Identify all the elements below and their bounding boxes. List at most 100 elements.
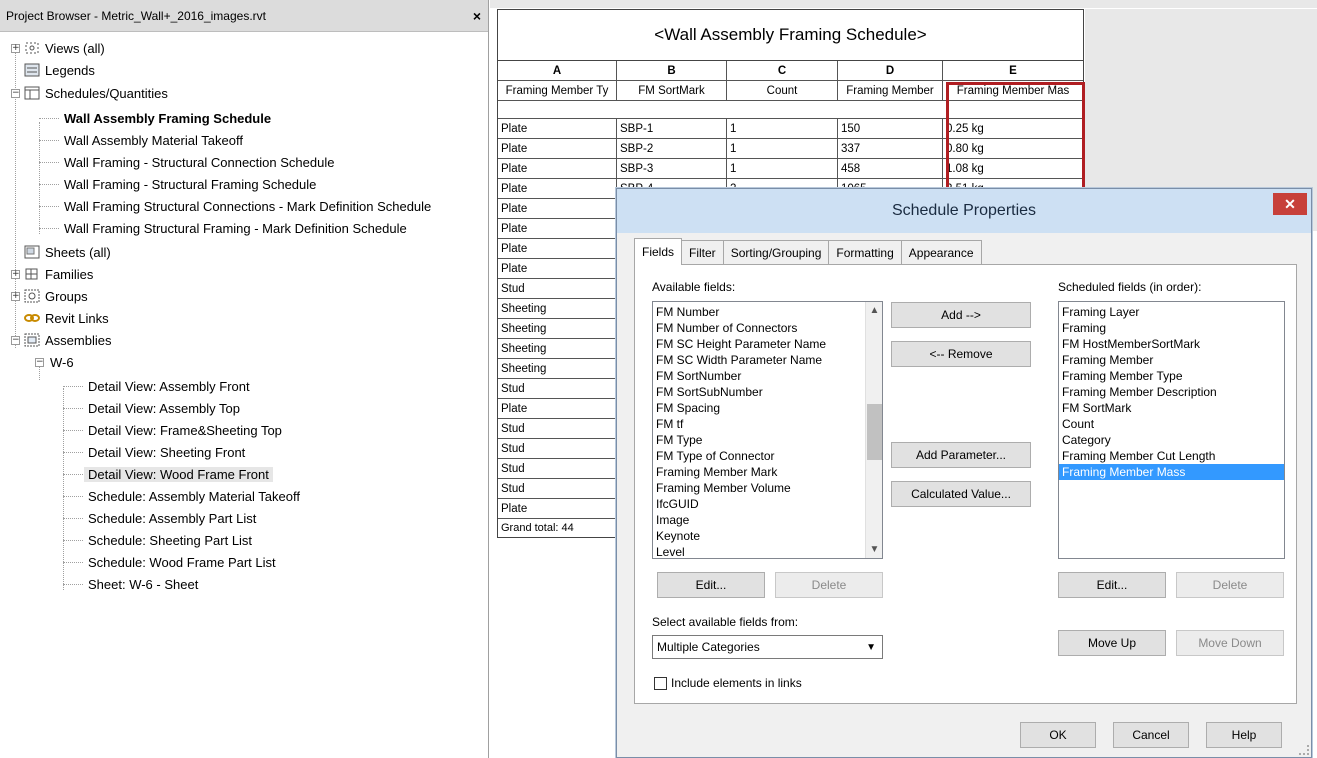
schedule-row-cell[interactable]: Plate [498,259,617,278]
schedule-row-cell[interactable]: 1.08 kg [943,159,1083,178]
expand-icon[interactable]: + [11,44,20,53]
tree-item-assemblies[interactable]: Assemblies [24,329,111,351]
schedule-row-cell[interactable]: Sheeting [498,359,617,378]
scheduled-field-item[interactable]: Framing Member [1059,352,1284,368]
move-down-button[interactable]: Move Down [1176,630,1284,656]
available-field-item[interactable]: FM SortNumber [653,368,882,384]
edit-scheduled-button[interactable]: Edit... [1058,572,1166,598]
calculated-value-button[interactable]: Calculated Value... [891,481,1031,507]
tree-item-assembly-2[interactable]: Detail View: Frame&Sheeting Top [88,419,282,441]
scheduled-field-item[interactable]: Framing Member Mass [1059,464,1284,480]
scheduled-field-item[interactable]: Framing Member Description [1059,384,1284,400]
schedule-row-cell[interactable]: 458 [838,159,943,178]
schedule-row-cell[interactable]: Stud [498,459,617,478]
schedule-row-cell[interactable]: 1 [727,139,838,158]
schedule-row-cell[interactable]: Plate [498,139,617,158]
tab-sorting-grouping[interactable]: Sorting/Grouping [722,240,830,265]
collapse-icon[interactable]: − [11,89,20,98]
schedule-row-cell[interactable]: Stud [498,419,617,438]
schedule-row-cell[interactable]: Plate [498,199,617,218]
available-field-item[interactable]: FM Number [653,304,882,320]
schedule-row-cell[interactable]: 337 [838,139,943,158]
schedule-row-cell[interactable]: Sheeting [498,319,617,338]
scheduled-field-item[interactable]: Framing Member Cut Length [1059,448,1284,464]
tree-item-assembly-3[interactable]: Detail View: Sheeting Front [88,441,245,463]
available-field-item[interactable]: Keynote [653,528,882,544]
schedule-row-cell[interactable]: Sheeting [498,339,617,358]
tree-item-schedule-2[interactable]: Wall Framing - Structural Connection Sch… [64,151,334,173]
tree-item-views[interactable]: Views (all) [24,37,105,59]
available-fields-scrollbar[interactable]: ▲ ▼ [865,302,882,558]
schedule-row-cell[interactable]: Stud [498,379,617,398]
scheduled-fields-list[interactable]: Framing Layer Framing FM HostMemberSortMar… [1058,301,1285,559]
schedule-header-row-cell[interactable]: Framing Member [838,81,943,100]
tree-item-assembly-w6[interactable]: W-6 [50,351,74,373]
scroll-down-icon[interactable]: ▼ [866,541,882,558]
schedule-row-cell[interactable]: Plate [498,239,617,258]
scheduled-field-item[interactable]: Framing [1059,320,1284,336]
help-button[interactable]: Help [1206,722,1282,748]
tree-item-assembly-1[interactable]: Detail View: Assembly Top [88,397,240,419]
collapse-icon[interactable]: − [11,336,20,345]
tree-item-assembly-7[interactable]: Schedule: Sheeting Part List [88,529,252,551]
available-field-item[interactable]: IfcGUID [653,496,882,512]
schedule-row-cell[interactable]: 1 [727,159,838,178]
schedule-row-cell[interactable]: SBP-3 [617,159,727,178]
available-field-item[interactable]: FM Type [653,432,882,448]
edit-available-button[interactable]: Edit... [657,572,765,598]
tree-item-schedule-1[interactable]: Wall Assembly Material Takeoff [64,129,243,151]
schedule-column-letters-cell[interactable]: E [943,61,1083,80]
available-field-item[interactable]: FM SC Height Parameter Name [653,336,882,352]
scheduled-field-item[interactable]: FM SortMark [1059,400,1284,416]
available-field-item[interactable]: FM Number of Connectors [653,320,882,336]
schedule-column-letters-cell[interactable]: D [838,61,943,80]
schedule-row-cell[interactable]: Plate [498,179,617,198]
schedule-row-cell[interactable]: SBP-2 [617,139,727,158]
schedule-row-cell[interactable]: 0.80 kg [943,139,1083,158]
tab-fields[interactable]: Fields [634,238,683,265]
include-links-checkbox[interactable] [654,677,667,690]
cancel-button[interactable]: Cancel [1113,722,1189,748]
add-button[interactable]: Add --> [891,302,1031,328]
delete-scheduled-button[interactable]: Delete [1176,572,1284,598]
schedule-row-cell[interactable]: Stud [498,479,617,498]
tree-item-families[interactable]: Families [24,263,93,285]
schedule-column-letters-cell[interactable]: C [727,61,838,80]
available-field-item[interactable]: Framing Member Volume [653,480,882,496]
delete-available-button[interactable]: Delete [775,572,883,598]
schedule-row-cell[interactable]: Stud [498,279,617,298]
scheduled-field-item[interactable]: Count [1059,416,1284,432]
tree-item-assembly-0[interactable]: Detail View: Assembly Front [88,375,250,397]
schedule-row-cell[interactable]: 150 [838,119,943,138]
scheduled-field-item[interactable]: Category [1059,432,1284,448]
tree-item-schedule-3[interactable]: Wall Framing - Structural Framing Schedu… [64,173,316,195]
available-field-item[interactable]: Level [653,544,882,558]
available-field-item[interactable]: FM SortSubNumber [653,384,882,400]
close-icon[interactable]: ✕ [1273,193,1307,215]
tab-filter[interactable]: Filter [681,240,724,265]
expand-icon[interactable]: + [11,270,20,279]
collapse-icon[interactable]: − [35,358,44,367]
tab-formatting[interactable]: Formatting [828,240,902,265]
resize-grip-icon[interactable] [1299,745,1309,755]
schedule-row-cell[interactable]: Plate [498,219,617,238]
schedule-row-cell[interactable]: 1 [727,119,838,138]
schedule-header-row-cell[interactable]: Framing Member Mas [943,81,1083,100]
tree-item-assembly-8[interactable]: Schedule: Wood Frame Part List [88,551,276,573]
available-fields-list[interactable]: FM Number FM Number of Connectors FM SC He… [652,301,883,559]
schedule-row-cell[interactable]: SBP-1 [617,119,727,138]
available-field-item[interactable]: FM Type of Connector [653,448,882,464]
scroll-up-icon[interactable]: ▲ [866,302,882,319]
available-field-item[interactable]: FM SC Width Parameter Name [653,352,882,368]
tree-item-revit-links[interactable]: Revit Links [24,307,109,329]
schedule-row-cell[interactable]: Plate [498,159,617,178]
tree-item-assembly-5[interactable]: Schedule: Assembly Material Takeoff [88,485,300,507]
schedule-row-cell[interactable]: Stud [498,439,617,458]
scheduled-field-item[interactable]: Framing Layer [1059,304,1284,320]
tree-item-schedule-5[interactable]: Wall Framing Structural Framing - Mark D… [64,217,407,239]
scheduled-field-item[interactable]: Framing Member Type [1059,368,1284,384]
move-up-button[interactable]: Move Up [1058,630,1166,656]
schedule-row-cell[interactable]: 0.25 kg [943,119,1083,138]
scheduled-field-item[interactable]: FM HostMemberSortMark [1059,336,1284,352]
tree-item-assembly-4[interactable]: Detail View: Wood Frame Front [84,463,273,485]
